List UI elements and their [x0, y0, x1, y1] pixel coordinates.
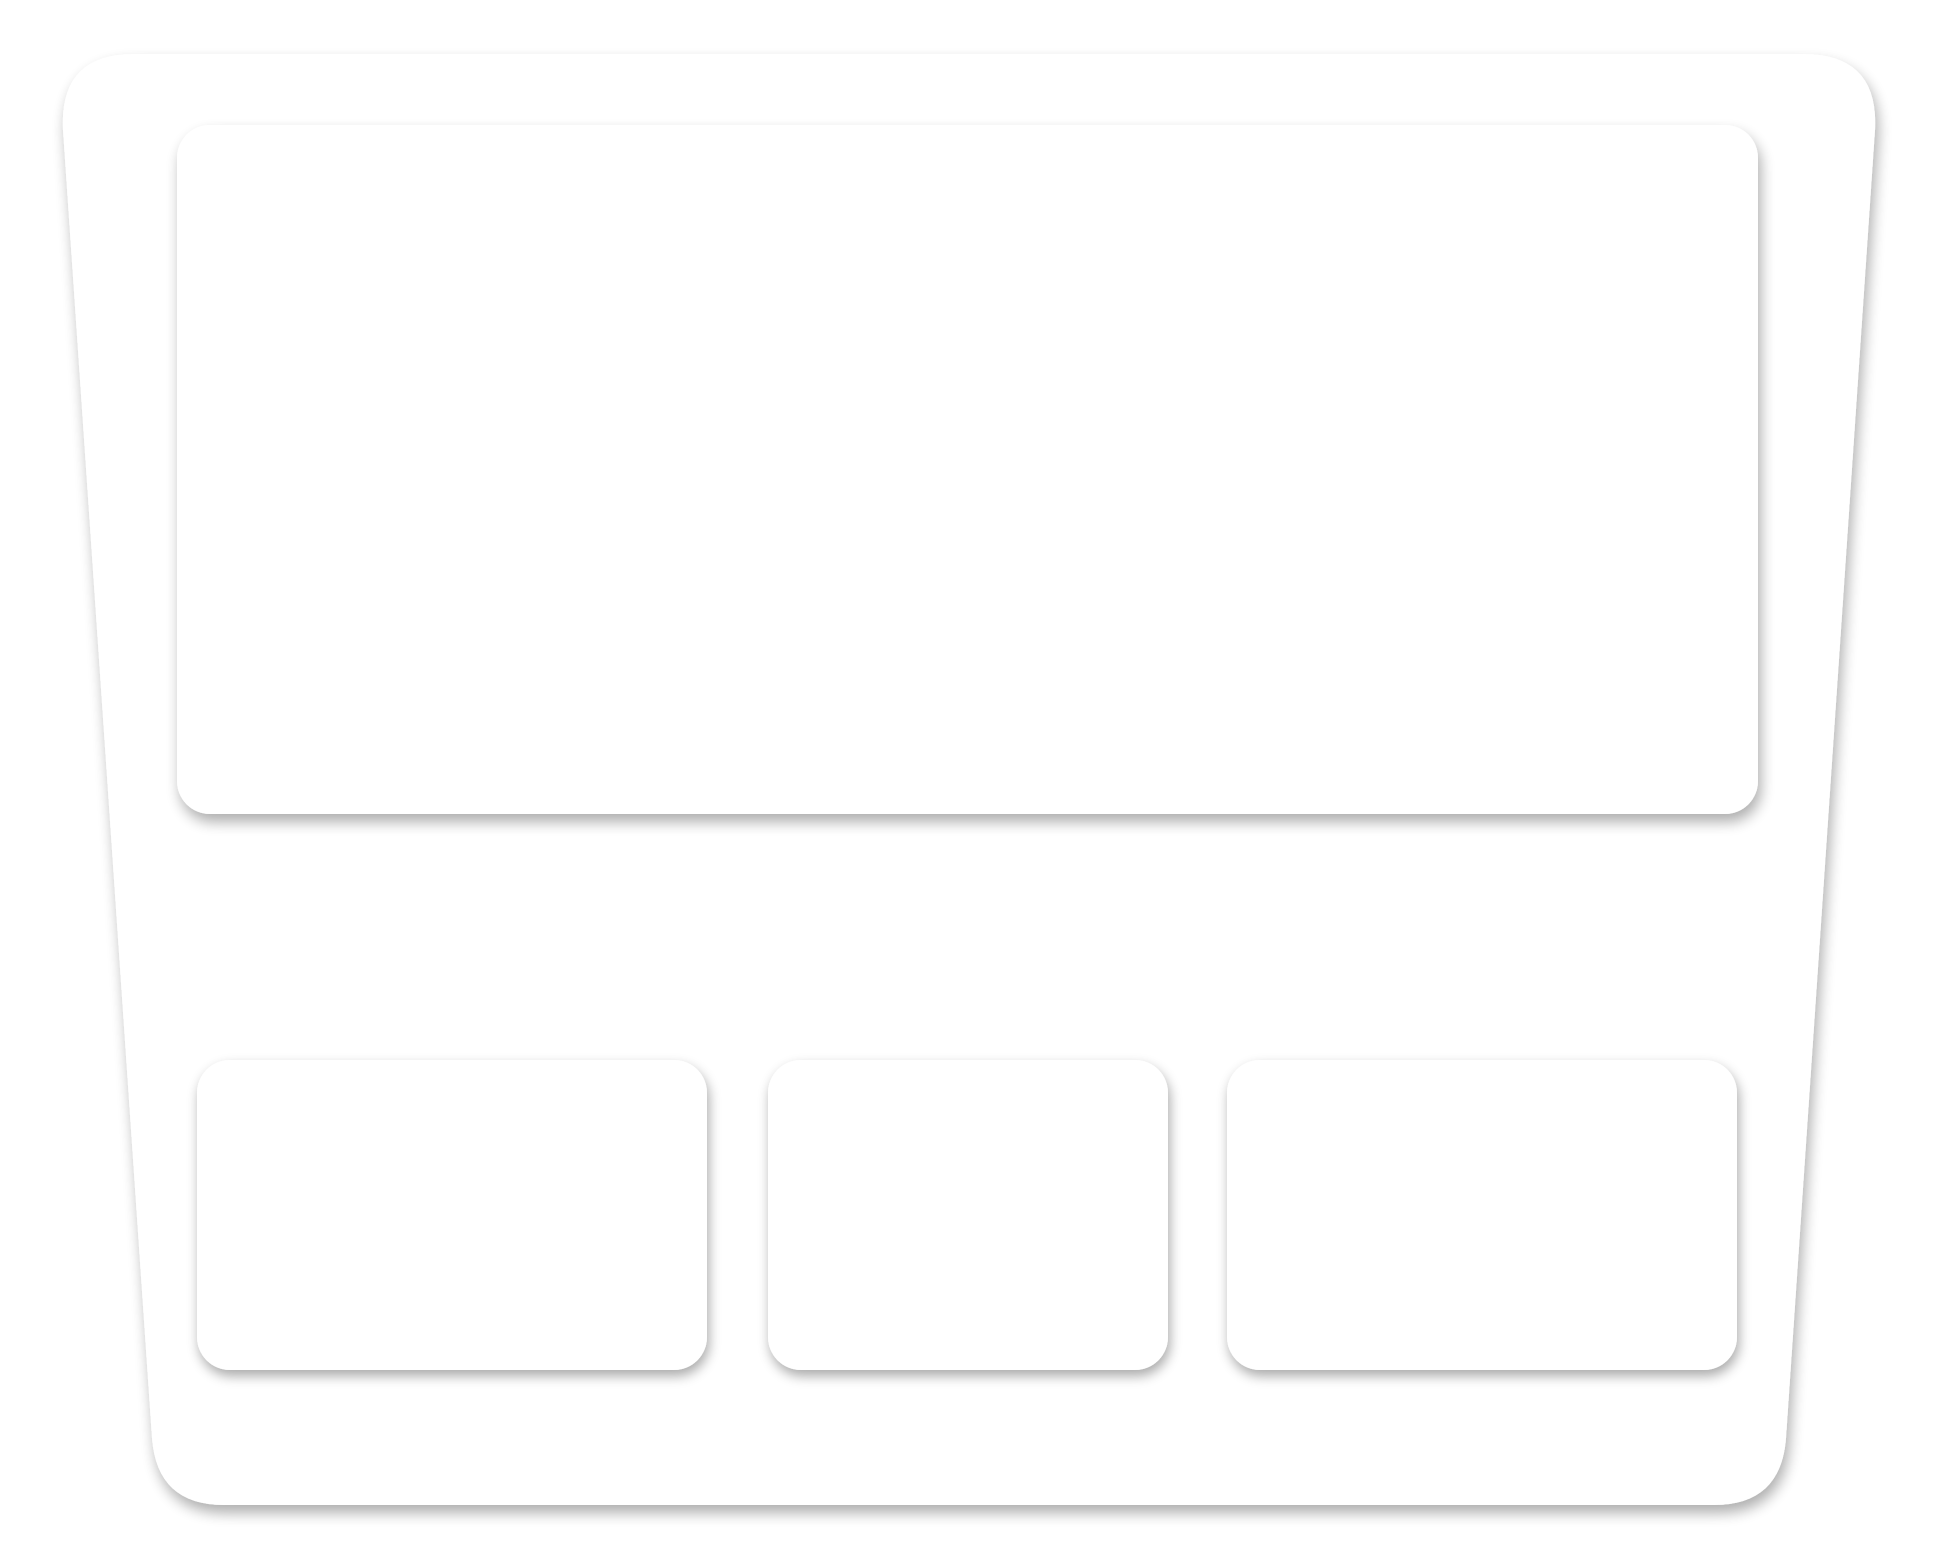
center-module-slot	[768, 1060, 1168, 1370]
left-module-slot	[197, 1060, 707, 1370]
right-module-slot	[1227, 1060, 1737, 1370]
console-diagram	[0, 0, 1937, 1568]
main-display-slot	[177, 125, 1758, 814]
console-diagram-svg	[62, 54, 1876, 1505]
